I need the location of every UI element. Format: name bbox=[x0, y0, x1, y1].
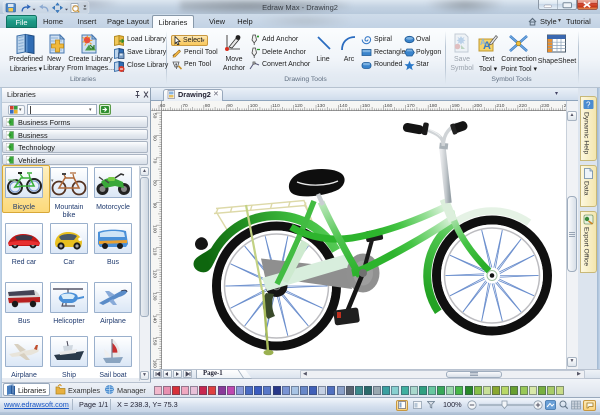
svg-text:?: ? bbox=[586, 101, 591, 110]
